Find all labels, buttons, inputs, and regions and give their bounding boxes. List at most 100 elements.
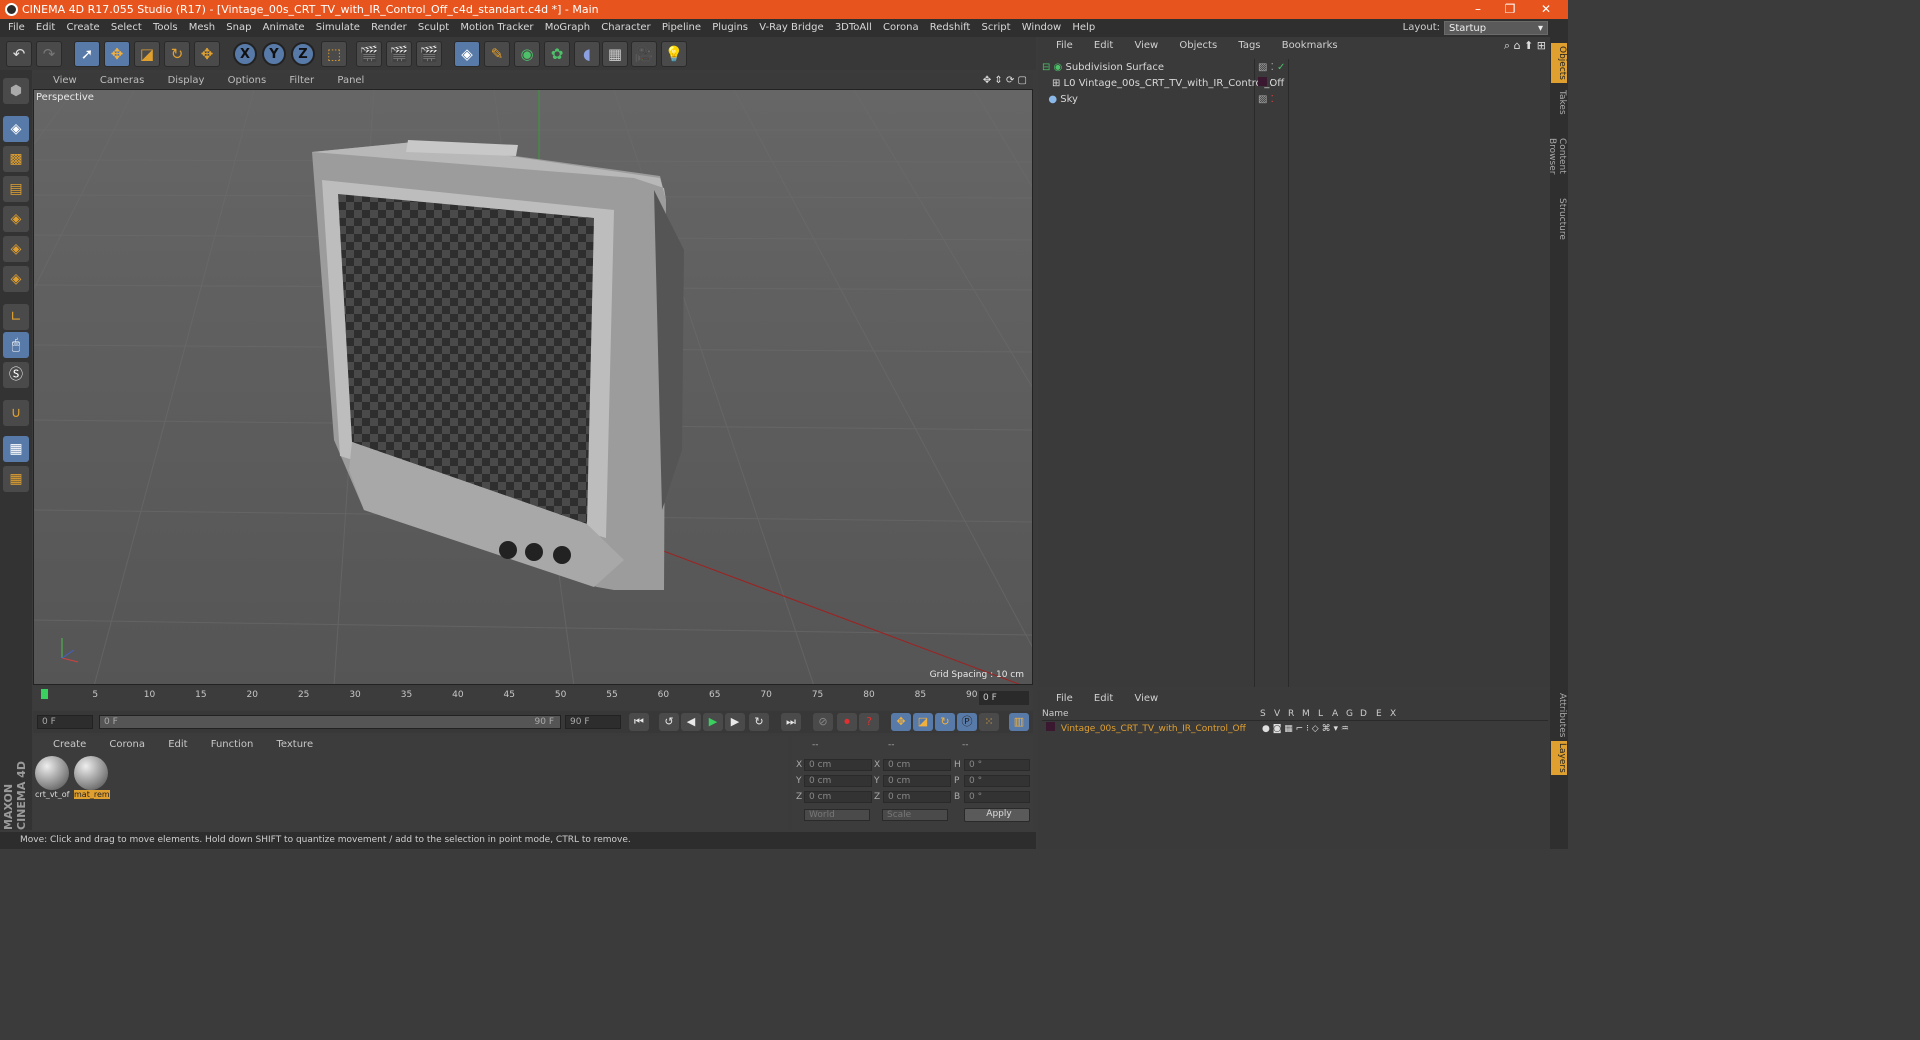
- layer-column-x[interactable]: X: [1390, 709, 1396, 719]
- edges-mode-icon[interactable]: ◈: [3, 236, 29, 262]
- object-menu-objects[interactable]: Objects: [1161, 37, 1217, 55]
- perspective-viewport[interactable]: Perspective Grid Spacing : 10 cm: [33, 89, 1033, 685]
- visibility-icon[interactable]: ▨ ⁚: [1258, 92, 1274, 108]
- previous-key-button[interactable]: ↺: [659, 713, 679, 731]
- render-settings-button[interactable]: 🎬: [416, 41, 442, 67]
- layer-column-d[interactable]: D: [1360, 709, 1367, 719]
- layer-column-l[interactable]: L: [1318, 709, 1323, 719]
- menu-pipeline[interactable]: Pipeline: [654, 19, 701, 37]
- tab-layers[interactable]: Layers: [1551, 741, 1567, 775]
- object-row[interactable]: ● Sky ▨ ⁚: [1042, 92, 1542, 108]
- layer-toggle-icons[interactable]: ● ◙ ▦ ⌐ ⁝ ◇ ⌘ ▾ ♒: [1262, 722, 1349, 736]
- layer-column-e[interactable]: E: [1376, 709, 1382, 719]
- playhead-marker[interactable]: [41, 689, 48, 699]
- object-menu-edit[interactable]: Edit: [1076, 37, 1113, 55]
- key-scale-button[interactable]: ◪: [913, 713, 933, 731]
- layer-column-a[interactable]: A: [1332, 709, 1338, 719]
- menu-redshift[interactable]: Redshift: [922, 19, 971, 37]
- size-y-field[interactable]: 0 cm: [883, 775, 951, 787]
- object-menu-bookmarks[interactable]: Bookmarks: [1264, 37, 1338, 55]
- menu-motion-tracker[interactable]: Motion Tracker: [452, 19, 533, 37]
- key-parameter-button[interactable]: Ⓟ: [957, 713, 977, 731]
- timeline-window-button[interactable]: ▥: [1009, 713, 1029, 731]
- size-mode-dropdown[interactable]: Scale: [882, 809, 948, 821]
- material-menu-corona[interactable]: Corona: [89, 736, 145, 753]
- render-picture-viewer-button[interactable]: 🎬: [386, 41, 412, 67]
- layer-menu-file[interactable]: File: [1038, 690, 1073, 708]
- model-mode-icon[interactable]: ◈: [3, 116, 29, 142]
- subdivision-surface-button[interactable]: ◉: [514, 41, 540, 67]
- menu-mesh[interactable]: Mesh: [181, 19, 215, 37]
- key-position-button[interactable]: ✥: [891, 713, 911, 731]
- cube-object-button[interactable]: ◈: [454, 41, 480, 67]
- menu-animate[interactable]: Animate: [255, 19, 305, 37]
- menu-tools[interactable]: Tools: [145, 19, 178, 37]
- material-menu-texture[interactable]: Texture: [256, 736, 313, 753]
- size-x-field[interactable]: 0 cm: [883, 759, 951, 771]
- record-button[interactable]: ⏺: [837, 713, 857, 731]
- key-rotation-button[interactable]: ↻: [935, 713, 955, 731]
- start-frame-field[interactable]: 0 F: [37, 715, 93, 729]
- light-button[interactable]: 💡: [661, 41, 687, 67]
- tweak-mode-icon[interactable]: 🖱: [3, 332, 29, 358]
- points-mode-icon[interactable]: ◈: [3, 206, 29, 232]
- layer-column-g[interactable]: G: [1346, 709, 1353, 719]
- position-z-field[interactable]: 0 cm: [804, 791, 872, 803]
- viewport-menu-panel[interactable]: Panel: [317, 73, 364, 88]
- move-tool-button[interactable]: ✥: [104, 41, 130, 67]
- key-pla-button[interactable]: ⁙: [979, 713, 999, 731]
- pen-spline-button[interactable]: ✎: [484, 41, 510, 67]
- snap-icon[interactable]: Ⓢ: [3, 362, 29, 388]
- menu-window[interactable]: Window: [1014, 19, 1061, 37]
- y-axis-lock-button[interactable]: Y: [262, 42, 286, 66]
- menu-file[interactable]: File: [0, 19, 25, 37]
- timeline-ruler[interactable]: 051015202530354045505560657075808590 0 F: [33, 688, 1033, 710]
- workplane-mode-icon[interactable]: ▤: [3, 176, 29, 202]
- object-menu-tags[interactable]: Tags: [1220, 37, 1260, 55]
- material-menu-create[interactable]: Create: [33, 736, 86, 753]
- lock-workplane-icon[interactable]: ▦: [3, 436, 29, 462]
- current-frame-field[interactable]: 0 F: [979, 691, 1029, 705]
- menu-edit[interactable]: Edit: [28, 19, 55, 37]
- material-menu-edit[interactable]: Edit: [148, 736, 187, 753]
- texture-mode-icon[interactable]: ▩: [3, 146, 29, 172]
- menu-snap[interactable]: Snap: [218, 19, 251, 37]
- rotate-tool-button[interactable]: ↻: [164, 41, 190, 67]
- undo-button[interactable]: ↶: [6, 41, 32, 67]
- live-selection-button[interactable]: ➚: [74, 41, 100, 67]
- viewport-menu-view[interactable]: View: [33, 73, 77, 88]
- menu-simulate[interactable]: Simulate: [308, 19, 360, 37]
- cloner-button[interactable]: ✿: [544, 41, 570, 67]
- close-button[interactable]: ✕: [1526, 0, 1566, 19]
- material-menu-function[interactable]: Function: [191, 736, 254, 753]
- autokey-button[interactable]: ?: [859, 713, 879, 731]
- viewport-menu-cameras[interactable]: Cameras: [80, 73, 144, 88]
- tab-takes[interactable]: Takes: [1551, 87, 1567, 117]
- menu-vray-bridge[interactable]: V-Ray Bridge: [751, 19, 823, 37]
- viewport-menu-display[interactable]: Display: [148, 73, 205, 88]
- menu-script[interactable]: Script: [974, 19, 1011, 37]
- play-button[interactable]: ▶: [703, 713, 723, 731]
- coordinate-system-button[interactable]: ⬚: [321, 41, 347, 67]
- apply-button[interactable]: Apply: [964, 808, 1030, 822]
- menu-plugins[interactable]: Plugins: [704, 19, 748, 37]
- recent-tool-button[interactable]: ✥: [194, 41, 220, 67]
- polygons-mode-icon[interactable]: ◈: [3, 266, 29, 292]
- object-row[interactable]: ⊟ ◉ Subdivision Surface ▨ ⁚ ✓: [1042, 60, 1542, 76]
- deformer-button[interactable]: ◖: [574, 41, 600, 67]
- viewport-menu-options[interactable]: Options: [208, 73, 267, 88]
- render-view-button[interactable]: 🎬: [356, 41, 382, 67]
- size-z-field[interactable]: 0 cm: [883, 791, 951, 803]
- viewport-nav-icons[interactable]: ✥ ⇕ ⟳ ▢: [983, 73, 1027, 88]
- menu-render[interactable]: Render: [363, 19, 407, 37]
- layer-column-s[interactable]: S: [1260, 709, 1266, 719]
- menu-select[interactable]: Select: [103, 19, 142, 37]
- tab-structure[interactable]: Structure: [1551, 197, 1567, 241]
- object-menu-file[interactable]: File: [1038, 37, 1073, 55]
- visibility-icon[interactable]: ▨ ⁚ ✓: [1258, 60, 1285, 76]
- frame-ruler[interactable]: 051015202530354045505560657075808590: [41, 688, 977, 710]
- menu-character[interactable]: Character: [593, 19, 650, 37]
- layer-column-v[interactable]: V: [1274, 709, 1280, 719]
- previous-frame-button[interactable]: ◀: [681, 713, 701, 731]
- planar-workplane-icon[interactable]: ▦: [3, 466, 29, 492]
